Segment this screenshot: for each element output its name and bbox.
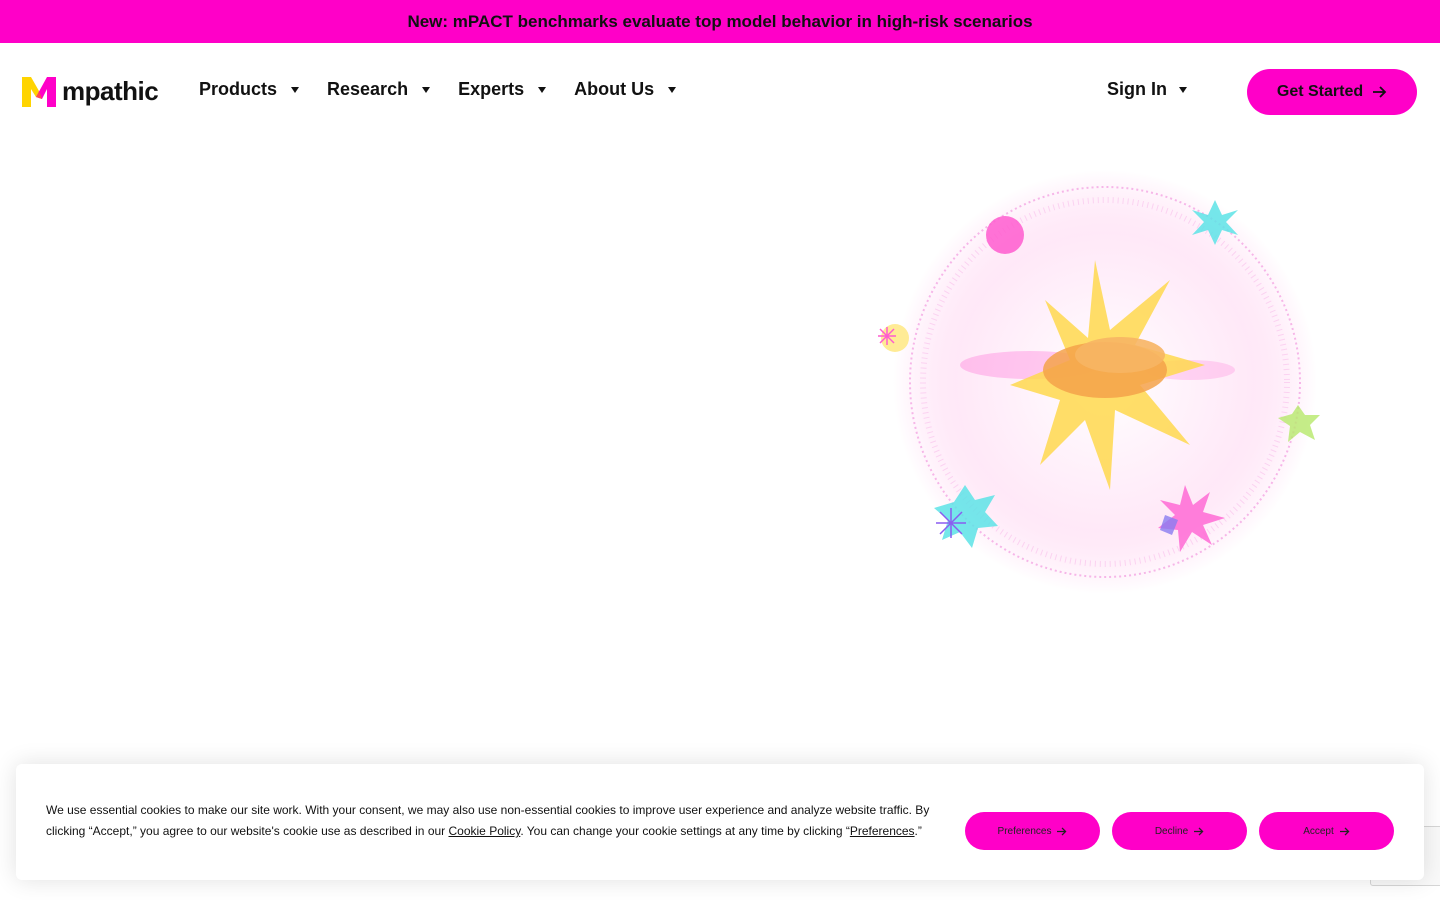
get-started-label: Get Started bbox=[1276, 83, 1364, 100]
caret-down-icon bbox=[1179, 86, 1187, 93]
cookie-banner-text: We use essential cookies to make our sit… bbox=[46, 800, 946, 842]
menu-item-label: Experts bbox=[458, 79, 525, 99]
arrow-right-icon bbox=[1373, 86, 1387, 98]
get-started-button[interactable]: Get Started bbox=[1247, 69, 1417, 115]
mpathic-logo-icon bbox=[22, 76, 56, 107]
announcement-text[interactable]: New: mPACT benchmarks evaluate top model… bbox=[407, 12, 1032, 32]
caret-down-icon bbox=[422, 86, 431, 93]
menu-item-label: Research bbox=[327, 79, 409, 99]
cookie-banner: We use essential cookies to make our sit… bbox=[16, 764, 1424, 880]
menu-item-research[interactable]: Research bbox=[327, 79, 431, 100]
menu-item-experts[interactable]: Experts bbox=[458, 79, 547, 100]
accept-button-label: Accept bbox=[1303, 825, 1334, 837]
sign-in-label: Sign In bbox=[1107, 79, 1167, 99]
decline-button[interactable]: Decline bbox=[1112, 812, 1247, 850]
primary-menu: Products Research Experts About Us bbox=[199, 79, 677, 100]
preferences-button[interactable]: Preferences bbox=[965, 812, 1100, 850]
decline-button-label: Decline bbox=[1154, 825, 1189, 837]
preferences-link[interactable]: Preferences bbox=[850, 824, 915, 838]
main-nav: mpathic Products Research Experts About … bbox=[0, 43, 1440, 141]
arrow-right-icon bbox=[1194, 826, 1204, 836]
cookie-policy-link[interactable]: Cookie Policy bbox=[449, 824, 521, 838]
hero-illustration bbox=[878, 170, 1320, 594]
cookie-text-part3: .” bbox=[914, 824, 922, 838]
caret-down-icon bbox=[668, 86, 677, 93]
sign-in-button[interactable]: Sign In bbox=[1107, 79, 1187, 100]
arrow-right-icon bbox=[1057, 826, 1067, 836]
announcement-bar[interactable]: New: mPACT benchmarks evaluate top model… bbox=[0, 0, 1440, 43]
caret-down-icon bbox=[538, 86, 547, 93]
logo[interactable]: mpathic bbox=[22, 76, 159, 107]
caret-down-icon bbox=[291, 86, 300, 93]
menu-item-about-us[interactable]: About Us bbox=[574, 79, 677, 100]
cookie-text-part2: . You can change your cookie settings at… bbox=[520, 824, 850, 838]
accept-button[interactable]: Accept bbox=[1259, 812, 1394, 850]
logo-text: mpathic bbox=[62, 76, 159, 106]
menu-item-products[interactable]: Products bbox=[199, 79, 300, 100]
arrow-right-icon bbox=[1339, 826, 1350, 836]
preferences-button-label: Preferences bbox=[997, 825, 1052, 837]
menu-item-label: About Us bbox=[574, 79, 655, 99]
menu-item-label: Products bbox=[199, 79, 278, 99]
